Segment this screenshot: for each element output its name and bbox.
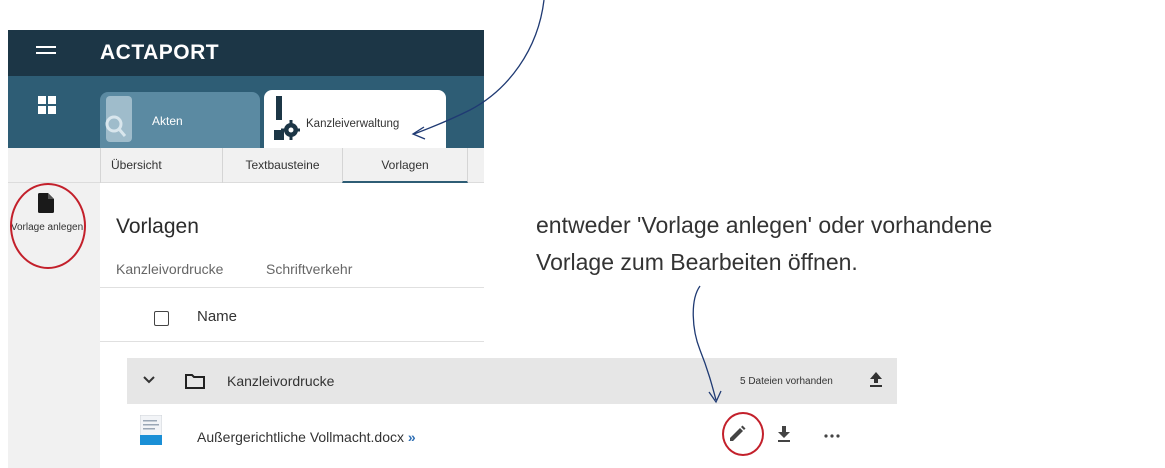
annotation-arrow-to-edit <box>692 285 717 401</box>
annotation-arrows <box>411 0 722 404</box>
annotation-arrow-to-vorlagen <box>413 0 545 135</box>
annotation-arrowhead <box>411 126 426 140</box>
